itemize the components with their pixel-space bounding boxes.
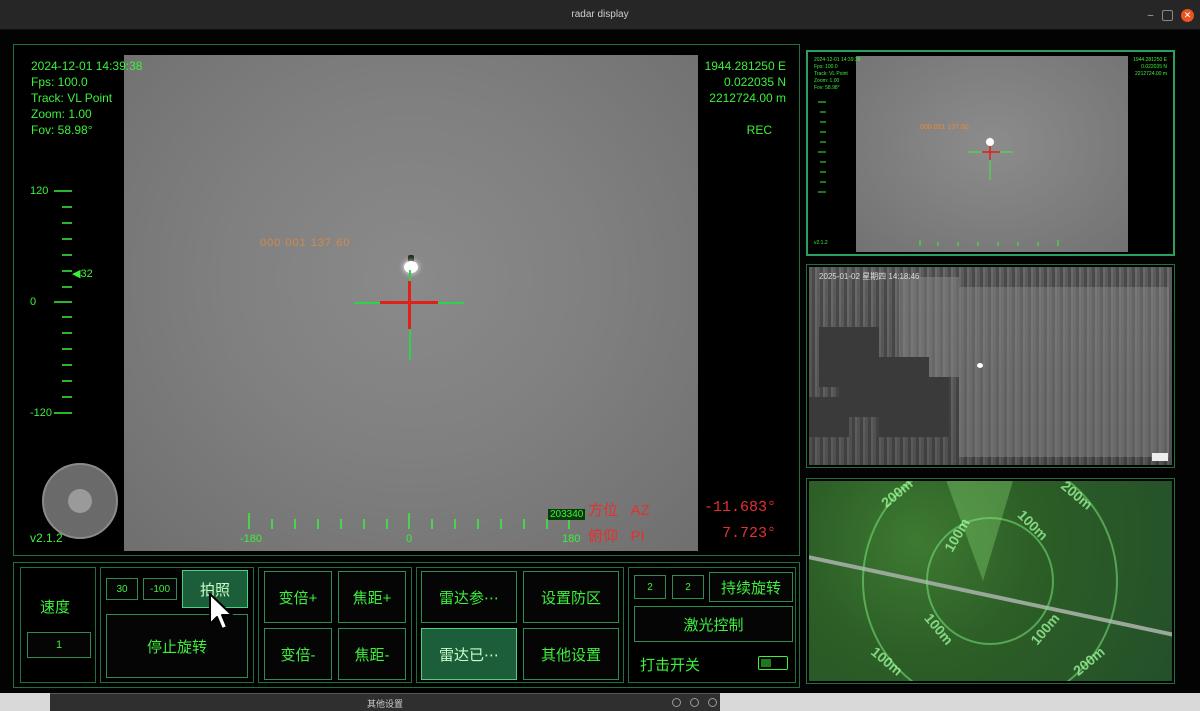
radar-header: 2025-01-02 星期四 14:18:46 [819, 272, 920, 281]
pitch-label-bottom: -120 [30, 407, 53, 419]
speed-label: 速度 [40, 599, 71, 616]
minimize-button[interactable]: – [1144, 9, 1157, 22]
other-settings-button[interactable]: 其他设置 [523, 628, 619, 680]
pi-value: 7.723° [722, 525, 777, 542]
secondary-close-icon[interactable] [708, 698, 717, 707]
strike-switch-toggle[interactable] [758, 656, 788, 670]
secondary-minimize-icon[interactable] [672, 698, 681, 707]
az-value: -11.683° [704, 499, 777, 516]
value-neg100-input[interactable]: -100 [143, 578, 177, 600]
az-label-right: 180 [562, 533, 581, 545]
laser-control-button[interactable]: 激光控制 [634, 606, 793, 642]
secondary-window-titlebar[interactable]: 其他设置 [50, 693, 720, 711]
az-marker-badge: 203340 [548, 509, 586, 520]
speed-group [20, 567, 96, 683]
joystick-knob[interactable] [68, 489, 92, 513]
secondary-window-title: 其他设置 [366, 699, 403, 709]
pitch-marker: ◀32 [72, 268, 93, 280]
version-label: v2.1.2 [30, 531, 63, 545]
az-readout-label: 方位 AZ [588, 499, 650, 520]
radar-image: 2025-01-02 星期四 14:18:46 [809, 267, 1172, 465]
zoom-in-button[interactable]: 变倍+ [264, 571, 332, 623]
window-titlebar: radar display – ✕ [0, 0, 1200, 30]
map-panel[interactable]: 200m 200m 100m 100m 100m 100m 100m 200m [806, 478, 1175, 684]
minimize-icon: – [1147, 10, 1154, 21]
focus-in-button[interactable]: 焦距+ [338, 571, 406, 623]
app-window: 2024-12-01 14:39:38 Fps: 100.0 Track: VL… [0, 30, 1200, 693]
az-cn-label: 方位 [588, 502, 619, 519]
radar-target-dot [977, 363, 983, 368]
speed-input[interactable]: 1 [27, 632, 91, 658]
main-camera-view: 2024-12-01 14:39:38 Fps: 100.0 Track: VL… [13, 44, 800, 556]
camera-thumbnail-panel[interactable]: 2024-12-01 14:39:38 Fps: 100.0 Track: VL… [806, 50, 1175, 256]
az-code: AZ [630, 502, 650, 519]
zoom-out-button[interactable]: 变倍- [264, 628, 332, 680]
az-label-zero: 0 [406, 533, 413, 545]
osd-altitude: 2212724.00 m [709, 91, 786, 105]
radar-image-panel[interactable]: 2025-01-02 星期四 14:18:46 [806, 264, 1175, 468]
rotation-value-a-input[interactable]: 2 [634, 575, 666, 599]
ptz-joystick[interactable] [42, 463, 118, 539]
range-ring-outer [862, 481, 1118, 681]
continuous-rotate-button[interactable]: 持续旋转 [709, 572, 793, 602]
rotation-value-b-input[interactable]: 2 [672, 575, 704, 599]
secondary-maximize-icon[interactable] [690, 698, 699, 707]
satellite-map[interactable]: 200m 200m 100m 100m 100m 100m 100m 200m [809, 481, 1172, 681]
pi-readout-label: 俯仰 PI [588, 525, 645, 546]
osd-latitude: 0.022035 N [723, 75, 786, 89]
radar-param-button[interactable]: 雷达参⋯ [421, 571, 517, 623]
crosshair-vertical-red [408, 281, 411, 329]
osd-top-right: 1944.281250 E 0.022035 N 2212724.00 m [705, 58, 786, 106]
radar-started-button[interactable]: 雷达已⋯ [421, 628, 517, 680]
close-icon: ✕ [1183, 10, 1192, 20]
pitch-label-zero: 0 [30, 296, 37, 308]
thumb-overlay [818, 101, 1059, 246]
az-label-left: -180 [240, 533, 263, 545]
focus-out-button[interactable]: 焦距- [338, 628, 406, 680]
pi-code: PI [630, 528, 645, 545]
radar-corner-marker [1152, 453, 1168, 461]
target-label: 000 001 137.60 [260, 237, 351, 249]
set-zone-button[interactable]: 设置防区 [523, 571, 619, 623]
pitch-label-top: 120 [30, 185, 49, 197]
osd-longitude: 1944.281250 E [704, 59, 786, 73]
pi-cn-label: 俯仰 [588, 528, 619, 545]
mouse-cursor-icon [209, 593, 233, 630]
maximize-button[interactable] [1162, 10, 1173, 21]
azimuth-scale [248, 513, 570, 529]
strike-switch-label: 打击开关 [640, 657, 701, 674]
value-30-input[interactable]: 30 [106, 578, 138, 600]
rec-indicator: REC [746, 123, 772, 137]
window-title: radar display [571, 9, 629, 20]
close-button[interactable]: ✕ [1181, 9, 1194, 22]
